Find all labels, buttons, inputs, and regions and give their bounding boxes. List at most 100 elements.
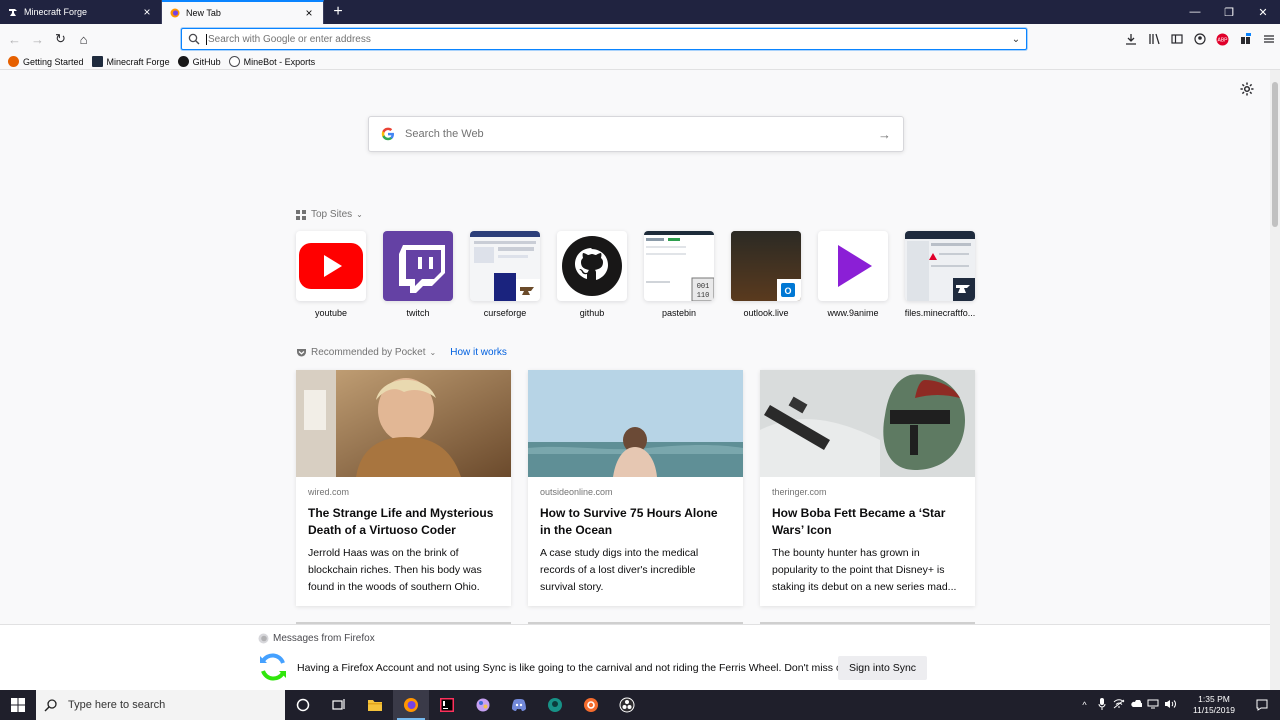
pocket-label: Recommended by Pocket xyxy=(311,347,426,358)
svg-text:O: O xyxy=(784,286,791,296)
curseforge-thumbnail xyxy=(470,231,540,301)
top-site-name: files.minecraftfo... xyxy=(904,308,976,318)
chevron-down-icon[interactable]: ⌄ xyxy=(1006,34,1026,45)
pocket-header: Recommended by Pocket ⌄ How it works xyxy=(296,347,507,358)
story-title: How Boba Fett Became a ‘Star Wars’ Icon xyxy=(772,506,946,537)
task-view-icon[interactable] xyxy=(321,690,357,720)
bookmark-github[interactable]: GitHub xyxy=(177,56,221,67)
web-search-box[interactable]: Search the Web → xyxy=(368,116,904,152)
story-source: wired.com xyxy=(308,487,350,497)
address-placeholder: Search with Google or enter address xyxy=(206,33,1006,45)
back-button[interactable]: ← xyxy=(3,28,26,50)
gear-icon[interactable] xyxy=(1240,82,1258,100)
story-card[interactable]: theringer.com How Boba Fett Became a ‘St… xyxy=(760,370,975,606)
top-site-files-minecraftforge[interactable]: files.minecraftfo... xyxy=(905,231,975,318)
new-tab-button[interactable]: + xyxy=(324,0,352,24)
top-site-pastebin[interactable]: 001 110 pastebin xyxy=(644,231,714,318)
downloads-icon[interactable] xyxy=(1119,28,1142,50)
minimize-button[interactable]: — xyxy=(1178,0,1212,24)
microphone-icon[interactable] xyxy=(1093,698,1110,712)
tab-new-tab[interactable]: New Tab × xyxy=(162,0,324,24)
file-explorer-icon[interactable] xyxy=(357,690,393,720)
story-description: The bounty hunter has grown in popularit… xyxy=(772,547,957,593)
close-tab-icon[interactable]: × xyxy=(303,7,315,19)
bookmark-minecraft-forge[interactable]: Minecraft Forge xyxy=(91,56,170,67)
library-icon[interactable] xyxy=(1142,28,1165,50)
display-icon[interactable] xyxy=(1144,699,1161,711)
story-card[interactable]: outsideonline.com How to Survive 75 Hour… xyxy=(528,370,743,606)
notifications-icon[interactable] xyxy=(1244,690,1280,720)
top-site-name: outlook.live xyxy=(743,308,789,318)
scrollbar-thumb[interactable] xyxy=(1272,82,1278,227)
extension-icon[interactable] xyxy=(1234,28,1257,50)
windows-start-icon[interactable] xyxy=(0,690,36,720)
home-button[interactable]: ⌂ xyxy=(72,28,95,50)
top-site-name: github xyxy=(579,308,605,318)
chevron-up-icon[interactable]: ^ xyxy=(1076,700,1093,710)
chevron-down-icon: ⌄ xyxy=(356,210,363,219)
sync-icon xyxy=(257,651,289,683)
story-card[interactable]: wired.com The Strange Life and Mysteriou… xyxy=(296,370,511,606)
firefox-message-bar: Messages from Firefox Having a Firefox A… xyxy=(0,624,1270,690)
top-site-youtube[interactable]: youtube xyxy=(296,231,366,318)
top-sites-header[interactable]: Top Sites ⌄ xyxy=(296,209,363,220)
taskbar-search-box[interactable]: Type here to search xyxy=(36,690,285,720)
bookmark-minebot-exports[interactable]: MineBot - Exports xyxy=(228,56,316,67)
top-site-twitch[interactable]: twitch xyxy=(383,231,453,318)
sidebar-icon[interactable] xyxy=(1165,28,1188,50)
reload-button[interactable]: ↻ xyxy=(49,28,72,50)
top-site-github[interactable]: github xyxy=(557,231,627,318)
bookmark-label: MineBot - Exports xyxy=(243,56,316,67)
top-site-outlook-live[interactable]: O outlook.live xyxy=(731,231,801,318)
onedrive-icon[interactable] xyxy=(1127,699,1144,710)
forge-anvil-icon xyxy=(91,56,103,67)
intellij-icon[interactable] xyxy=(429,690,465,720)
page-scrollbar[interactable] xyxy=(1270,70,1280,690)
network-off-icon[interactable] xyxy=(1110,699,1127,711)
bookmark-getting-started[interactable]: Getting Started xyxy=(8,56,84,67)
top-site-9anime[interactable]: www.9anime xyxy=(818,231,888,318)
paint-app-icon[interactable] xyxy=(465,690,501,720)
tab-label: Minecraft Forge xyxy=(24,7,88,17)
forge-thumbnail xyxy=(905,231,975,301)
forward-button[interactable]: → xyxy=(26,28,49,50)
obs-icon[interactable] xyxy=(609,690,645,720)
top-sites-grid: youtube twitch curseforge github 001 110 … xyxy=(296,231,992,318)
close-tab-icon[interactable]: × xyxy=(141,6,153,18)
gitkraken-icon[interactable] xyxy=(537,690,573,720)
how-it-works-link[interactable]: How it works xyxy=(450,347,507,358)
story-image xyxy=(528,370,743,477)
bookmark-label: GitHub xyxy=(192,56,221,67)
forge-anvil-icon xyxy=(8,7,18,17)
account-icon[interactable] xyxy=(1188,28,1211,50)
message-text: Having a Firefox Account and not using S… xyxy=(297,662,854,674)
sign-into-sync-button[interactable]: Sign into Sync xyxy=(838,656,927,680)
chevron-down-icon[interactable]: ⌄ xyxy=(430,348,437,357)
tab-minecraft-forge[interactable]: Minecraft Forge × xyxy=(0,0,162,24)
menu-icon[interactable] xyxy=(1257,28,1280,50)
close-window-button[interactable]: ✕ xyxy=(1246,0,1280,24)
address-bar[interactable]: Search with Google or enter address ⌄ xyxy=(181,28,1027,50)
windows-taskbar: Type here to search ^ 1:35 PM 11/15/2019 xyxy=(0,690,1280,720)
volume-icon[interactable] xyxy=(1161,699,1178,711)
firefox-icon[interactable] xyxy=(393,690,429,720)
origin-app-icon[interactable] xyxy=(573,690,609,720)
taskbar-clock[interactable]: 1:35 PM 11/15/2019 xyxy=(1184,694,1244,716)
search-icon xyxy=(188,32,202,46)
github-icon xyxy=(557,231,627,301)
system-tray: ^ 1:35 PM 11/15/2019 xyxy=(1076,690,1280,720)
cortana-icon[interactable] xyxy=(285,690,321,720)
clock-date: 11/15/2019 xyxy=(1193,705,1235,715)
bookmark-label: Getting Started xyxy=(23,56,84,67)
restore-button[interactable]: ❐ xyxy=(1212,0,1246,24)
top-site-name: pastebin xyxy=(661,308,697,318)
story-source: theringer.com xyxy=(772,487,827,497)
story-description: Jerrold Haas was on the brink of blockch… xyxy=(308,547,482,593)
firefox-icon xyxy=(8,56,19,67)
search-placeholder: Search the Web xyxy=(405,128,484,140)
pocket-icon xyxy=(296,348,306,358)
top-site-curseforge[interactable]: curseforge xyxy=(470,231,540,318)
arrow-right-icon[interactable]: → xyxy=(878,127,891,142)
discord-icon[interactable] xyxy=(501,690,537,720)
adblock-icon[interactable]: ABP xyxy=(1211,28,1234,50)
